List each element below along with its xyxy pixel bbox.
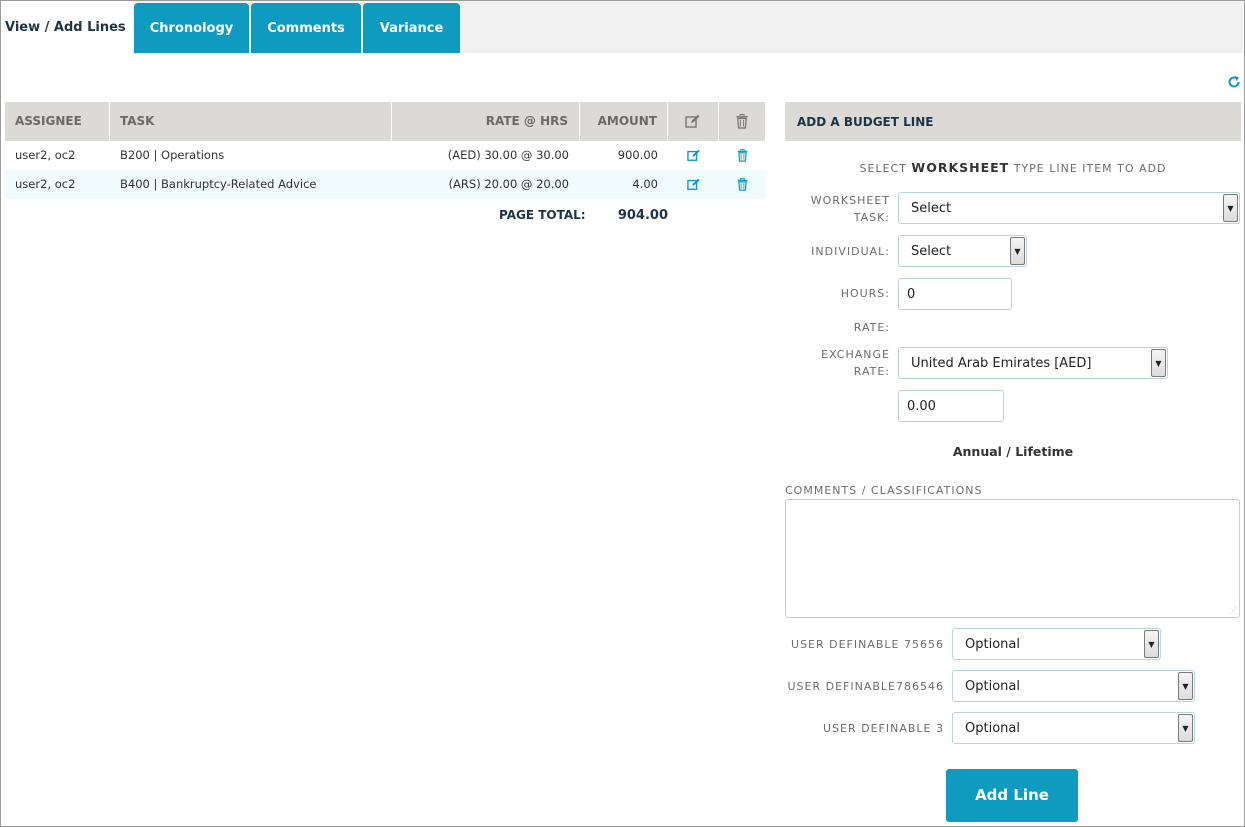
cell-amount: 900.00 [617,148,658,162]
edit-icon[interactable] [668,170,719,199]
page-total-value: 904.00 [617,208,668,223]
exchange-rate-select[interactable]: United Arab Emirates [AED] ▼ [898,347,1168,379]
cell-task: B200 | Operations [120,148,225,162]
delete-icon[interactable] [719,170,765,199]
column-header-assignee[interactable]: ASSIGNEE [5,102,110,141]
comments-textarea[interactable]: ⋰ [785,499,1240,618]
delete-icon[interactable] [719,141,765,170]
edit-icon[interactable] [668,141,719,170]
delete-column-icon [719,102,765,141]
user-definable-select[interactable]: Optional ▼ [952,628,1161,660]
annual-lifetime-heading: Annual / Lifetime [952,444,1074,459]
tab-view-add-lines[interactable]: View / Add Lines [1,1,133,53]
tab-comments[interactable]: Comments [251,3,361,53]
resize-grip-icon[interactable]: ⋰ [1229,606,1237,615]
tab-chronology[interactable]: Chronology [134,3,249,53]
tab-variance[interactable]: Variance [363,3,460,53]
cell-assignee: user2, oc2 [15,177,76,191]
instruction-bold: WORKSHEET [911,160,1010,175]
individual-label: INDIVIDUAL: [811,245,890,258]
worksheet-task-select[interactable]: Select ▼ [898,192,1240,224]
cell-task: B400 | Bankruptcy-Related Advice [120,177,317,191]
hours-label: HOURS: [840,287,890,300]
add-line-button[interactable]: Add Line [946,769,1078,822]
dropdown-arrow-icon: ▼ [1178,714,1193,742]
user-definable-label: USER DEFINABLE786546 [787,680,944,693]
cell-amount: 4.00 [632,177,658,191]
individual-select[interactable]: Select ▼ [898,235,1027,267]
budget-lines-table: ASSIGNEE TASK RATE @ HRS AMOUNT user2, o… [5,102,765,199]
column-header-amount[interactable]: AMOUNT [580,102,668,141]
user-definable-label: USER DEFINABLE 3 [823,722,944,735]
dropdown-arrow-icon: ▼ [1010,237,1025,265]
column-header-task[interactable]: TASK [110,102,392,141]
hours-input[interactable]: 0 [898,278,1012,310]
exchange-rate-label: EXCHANGE RATE: [821,348,890,378]
table-row: user2, oc2 B400 | Bankruptcy-Related Adv… [5,170,765,199]
add-budget-line-panel: ADD A BUDGET LINE [785,102,1241,141]
refresh-icon[interactable] [1226,75,1242,91]
cell-rate-hrs: (ARS) 20.00 @ 20.00 [448,177,569,191]
page-total-label: PAGE TOTAL: [499,208,586,222]
user-definable-label: USER DEFINABLE 75656 [791,638,944,651]
table-header: ASSIGNEE TASK RATE @ HRS AMOUNT [5,102,765,141]
comments-label: COMMENTS / CLASSIFICATIONS [785,484,983,497]
instruction-text: SELECT WORKSHEET TYPE LINE ITEM TO ADD [859,160,1167,175]
worksheet-task-label: WORKSHEET TASK: [810,194,890,224]
dropdown-arrow-icon: ▼ [1223,194,1238,222]
exchange-rate-amount-input[interactable]: 0.00 [898,390,1004,422]
table-row: user2, oc2 B200 | Operations (AED) 30.00… [5,141,765,170]
edit-column-icon [668,102,719,141]
dropdown-arrow-icon: ▼ [1151,349,1166,377]
tab-bar: View / Add Lines Chronology Comments Var… [1,1,1243,53]
user-definable-select[interactable]: Optional ▼ [952,712,1195,744]
cell-rate-hrs: (AED) 30.00 @ 30.00 [447,148,569,162]
panel-title: ADD A BUDGET LINE [785,102,1241,141]
cell-assignee: user2, oc2 [15,148,76,162]
rate-label: RATE: [853,321,890,334]
column-header-rate-hrs[interactable]: RATE @ HRS [392,102,580,141]
user-definable-select[interactable]: Optional ▼ [952,670,1195,702]
dropdown-arrow-icon: ▼ [1178,672,1193,700]
dropdown-arrow-icon: ▼ [1144,630,1159,658]
